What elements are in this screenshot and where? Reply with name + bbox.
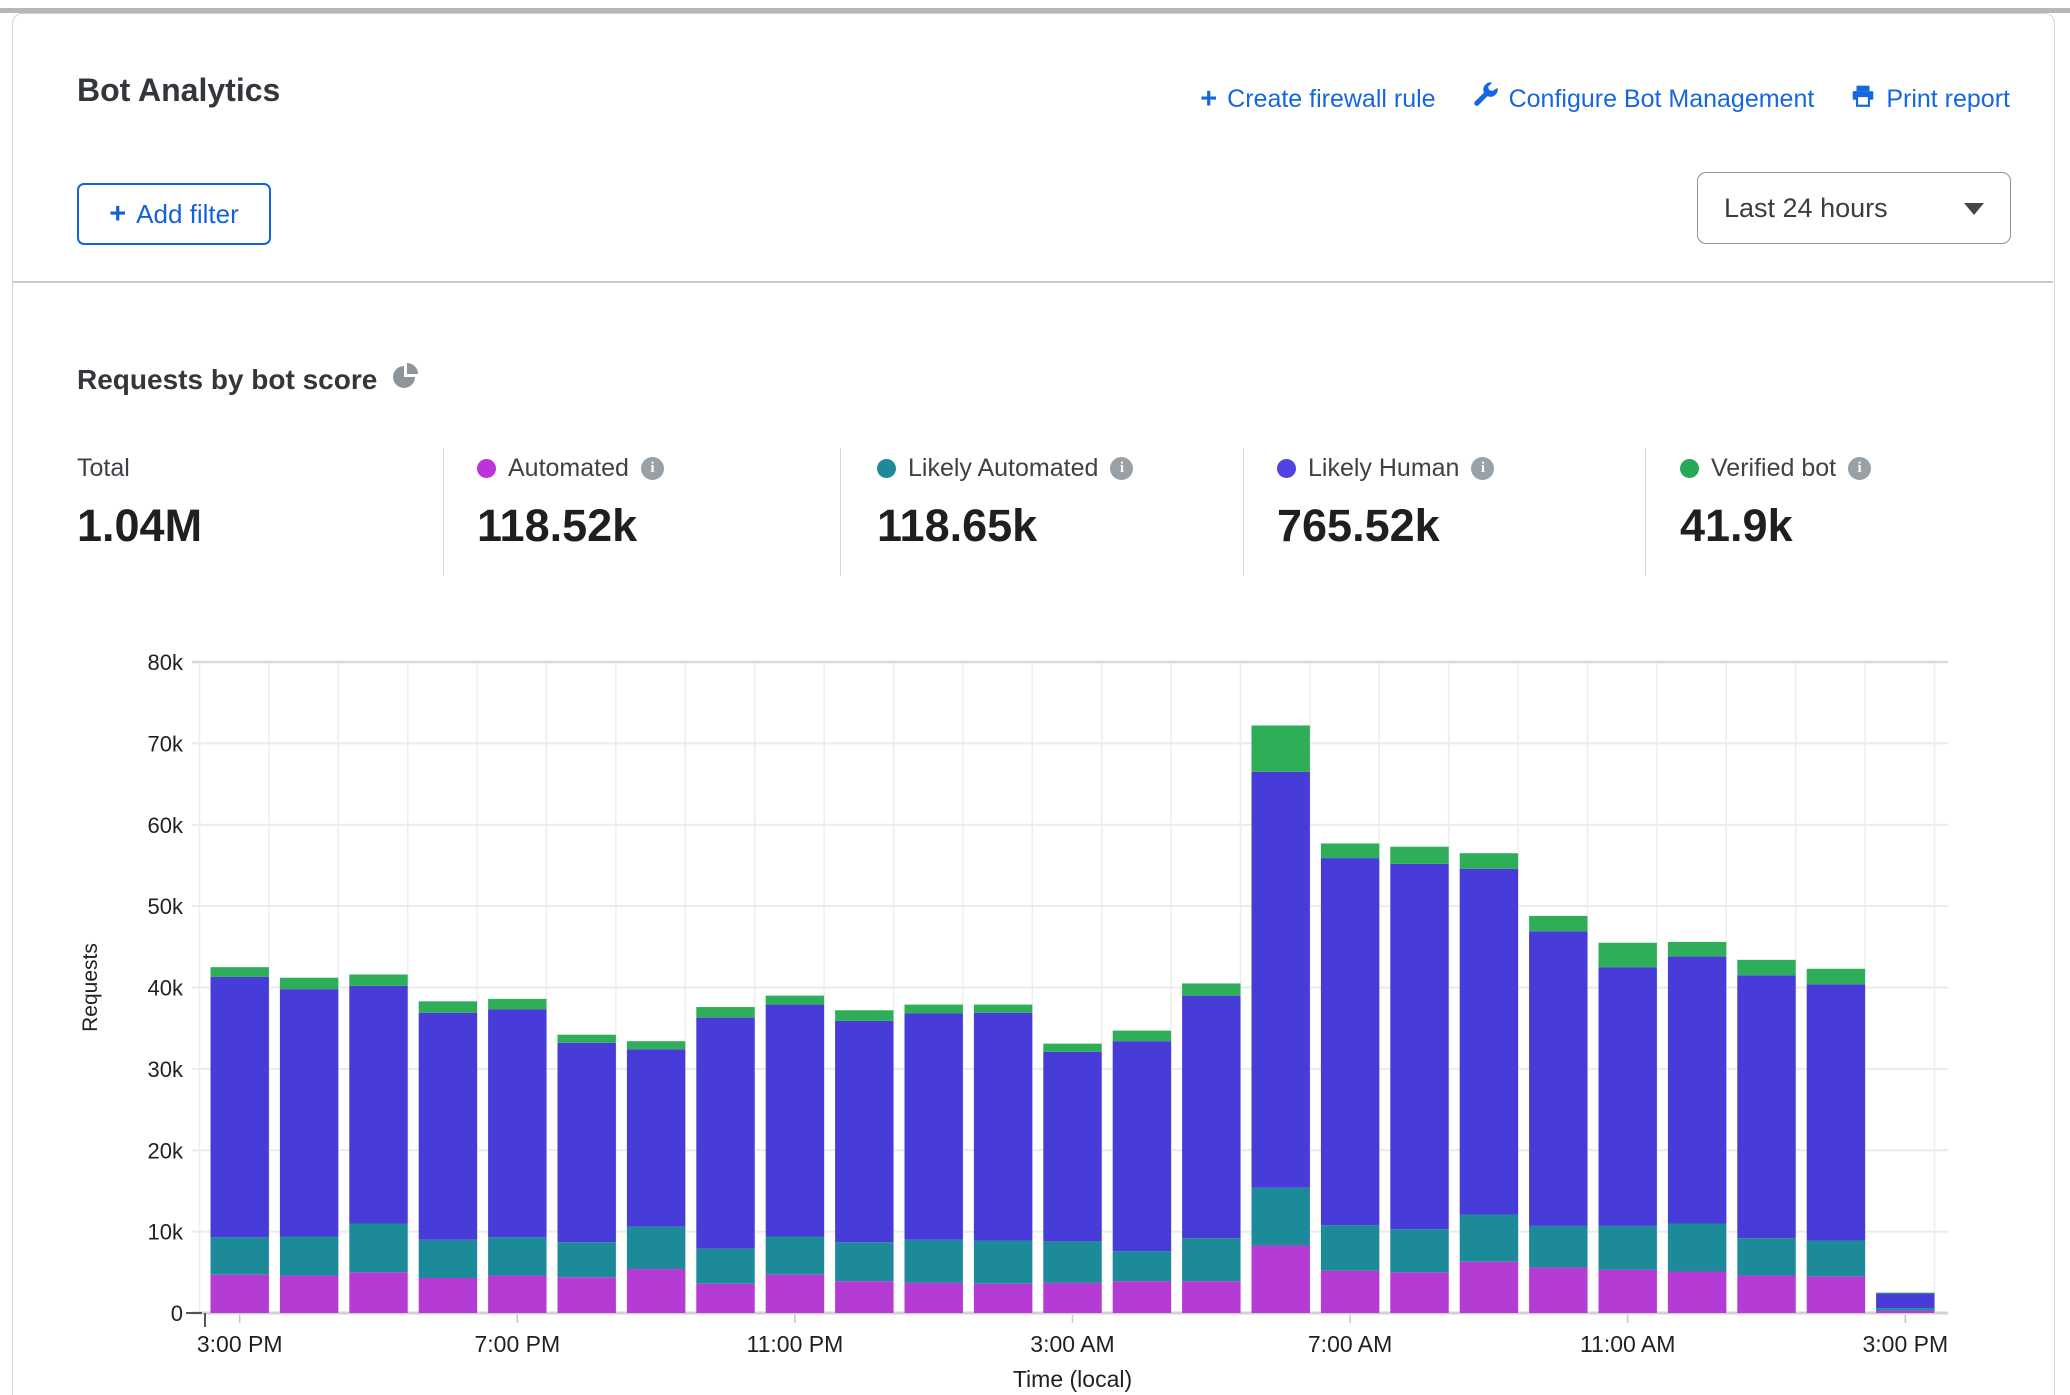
print-report-label: Print report — [1886, 85, 2010, 114]
svg-text:7:00 PM: 7:00 PM — [474, 1331, 560, 1357]
stat-label: Total — [77, 454, 130, 483]
print-report-link[interactable]: Print report — [1850, 83, 2010, 116]
configure-bot-management-label: Configure Bot Management — [1509, 85, 1815, 114]
add-filter-label: Add filter — [136, 199, 239, 230]
stat-separator — [1243, 448, 1244, 576]
stat-automated: Automated i 118.52k — [477, 452, 664, 552]
svg-text:50k: 50k — [148, 894, 184, 919]
stat-value: 1.04M — [77, 500, 202, 552]
info-icon[interactable]: i — [1110, 457, 1133, 480]
create-firewall-rule-link[interactable]: + Create firewall rule — [1200, 85, 1435, 114]
legend-dot-automated — [477, 459, 496, 478]
svg-text:10k: 10k — [148, 1220, 184, 1245]
info-icon[interactable]: i — [1471, 457, 1494, 480]
svg-text:80k: 80k — [148, 650, 184, 675]
header-actions: + Create firewall rule Configure Bot Man… — [1200, 82, 2010, 116]
legend-dot-likely-automated — [877, 459, 896, 478]
svg-text:40k: 40k — [148, 976, 184, 1001]
svg-text:11:00 AM: 11:00 AM — [1580, 1331, 1675, 1357]
stat-value: 118.52k — [477, 500, 664, 552]
svg-text:11:00 PM: 11:00 PM — [747, 1331, 844, 1357]
svg-text:20k: 20k — [148, 1138, 184, 1163]
time-range-select[interactable]: Last 24 hours — [1697, 172, 2011, 244]
printer-icon — [1850, 83, 1876, 116]
stat-label: Automated — [508, 454, 629, 483]
stat-total: Total 1.04M — [77, 452, 202, 552]
svg-text:3:00 PM: 3:00 PM — [197, 1331, 283, 1357]
configure-bot-management-link[interactable]: Configure Bot Management — [1472, 82, 1815, 116]
svg-text:3:00 PM: 3:00 PM — [1862, 1331, 1948, 1357]
stat-verified-bot: Verified bot i 41.9k — [1680, 452, 1871, 552]
header-divider — [13, 281, 2053, 283]
stat-value: 765.52k — [1277, 500, 1494, 552]
stat-likely-automated: Likely Automated i 118.65k — [877, 452, 1133, 552]
page-title: Bot Analytics — [77, 72, 280, 109]
svg-text:30k: 30k — [148, 1057, 184, 1082]
stat-likely-human: Likely Human i 765.52k — [1277, 452, 1494, 552]
svg-text:Requests: Requests — [79, 943, 102, 1032]
create-firewall-rule-label: Create firewall rule — [1227, 85, 1435, 114]
svg-text:Time (local): Time (local) — [1013, 1366, 1132, 1392]
stat-separator — [1645, 448, 1646, 576]
add-filter-button[interactable]: + Add filter — [77, 183, 271, 245]
wrench-icon — [1472, 82, 1499, 116]
plus-icon: + — [109, 200, 126, 229]
svg-text:60k: 60k — [148, 813, 184, 838]
legend-dot-verified-bot — [1680, 459, 1699, 478]
time-range-value: Last 24 hours — [1724, 193, 1888, 224]
svg-text:0: 0 — [171, 1301, 183, 1326]
pie-chart-icon — [391, 362, 419, 397]
stat-value: 118.65k — [877, 500, 1133, 552]
legend-dot-likely-human — [1277, 459, 1296, 478]
stat-separator — [840, 448, 841, 576]
stat-separator — [443, 448, 444, 576]
info-icon[interactable]: i — [641, 457, 664, 480]
section-title: Requests by bot score — [77, 362, 419, 397]
stat-label: Likely Automated — [908, 454, 1098, 483]
section-title-text: Requests by bot score — [77, 364, 377, 396]
plus-icon: + — [1200, 85, 1217, 114]
info-icon[interactable]: i — [1848, 457, 1871, 480]
chevron-down-icon — [1964, 203, 1984, 215]
svg-text:7:00 AM: 7:00 AM — [1308, 1331, 1392, 1357]
svg-text:3:00 AM: 3:00 AM — [1030, 1331, 1114, 1357]
stat-value: 41.9k — [1680, 500, 1871, 552]
svg-text:70k: 70k — [148, 731, 184, 756]
stat-label: Likely Human — [1308, 454, 1459, 483]
stat-label: Verified bot — [1711, 454, 1836, 483]
